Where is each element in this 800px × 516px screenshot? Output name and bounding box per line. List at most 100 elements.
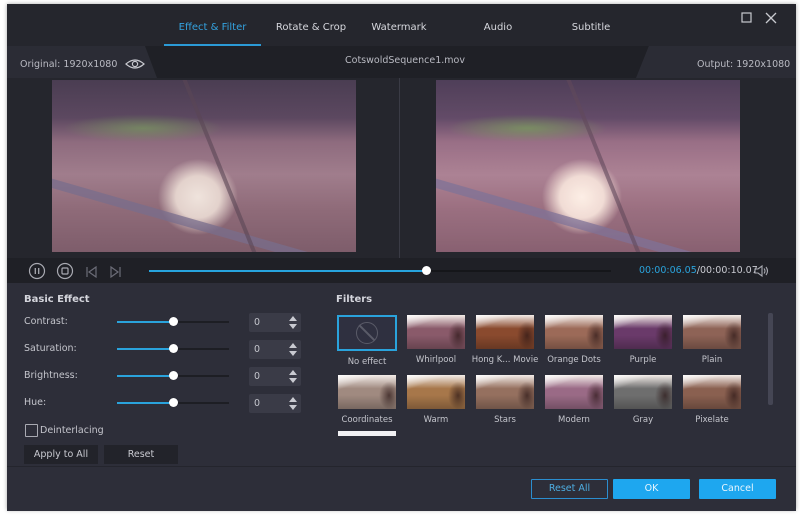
- tab-audio[interactable]: Audio: [463, 4, 533, 46]
- pause-icon: [28, 262, 46, 280]
- filter-name: No effect: [347, 357, 387, 367]
- increment-arrow-icon[interactable]: [289, 343, 297, 348]
- reset-all-button[interactable]: Reset All: [531, 479, 608, 499]
- brightness-value[interactable]: 0: [254, 371, 260, 382]
- maximize-button[interactable]: [740, 10, 754, 24]
- decrement-arrow-icon[interactable]: [289, 405, 297, 410]
- increment-arrow-icon[interactable]: [289, 316, 297, 321]
- contrast-value[interactable]: 0: [254, 317, 260, 328]
- tab-watermark[interactable]: Watermark: [362, 4, 436, 46]
- filter-thumbnail: [476, 315, 534, 349]
- filter-item[interactable]: No effect: [337, 315, 397, 367]
- next-frame-button[interactable]: [108, 264, 122, 283]
- tab-subtitle[interactable]: Subtitle: [555, 4, 627, 46]
- current-time: 00:00:06.05: [639, 265, 697, 276]
- deinterlacing-checkbox[interactable]: [25, 424, 38, 437]
- seek-progress: [149, 270, 427, 272]
- filter-name: Whirlpool: [415, 355, 457, 365]
- filter-name: Gray: [632, 415, 654, 425]
- filter-item[interactable]: Hong K... Movie: [472, 315, 538, 365]
- filter-item[interactable]: Stars: [476, 375, 534, 425]
- decrement-arrow-icon[interactable]: [289, 378, 297, 383]
- total-time: 00:00:10.07: [699, 265, 758, 276]
- increment-arrow-icon[interactable]: [289, 370, 297, 375]
- brightness-slider[interactable]: [117, 371, 229, 380]
- slider-fill: [117, 348, 173, 350]
- slider-handle[interactable]: [169, 398, 178, 407]
- filter-item[interactable]: Orange Dots: [545, 315, 603, 365]
- slider-handle[interactable]: [169, 317, 178, 326]
- filter-item[interactable]: Gray: [614, 375, 672, 425]
- decrement-arrow-icon[interactable]: [289, 351, 297, 356]
- filters-title: Filters: [336, 294, 373, 305]
- stop-button[interactable]: [56, 262, 74, 284]
- ok-button[interactable]: OK: [613, 479, 690, 499]
- contrast-spinbox[interactable]: 0: [249, 313, 301, 332]
- playback-bar: 00:00:06.05/00:00:10.07: [7, 258, 796, 283]
- dialog-footer: Reset All OK Cancel: [7, 466, 796, 511]
- brightness-spinbox[interactable]: 0: [249, 367, 301, 386]
- filter-thumbnail: [407, 375, 465, 409]
- file-name: CotswoldSequence1.mov: [345, 55, 465, 66]
- original-video-preview: [52, 80, 356, 252]
- filter-thumbnail: [683, 375, 741, 409]
- hue-slider[interactable]: [117, 398, 229, 407]
- filters-scrollbar[interactable]: [768, 313, 773, 405]
- tab-bar: Effect & Filter Rotate & Crop Watermark …: [7, 4, 796, 46]
- filter-thumbnail-partial: [338, 431, 396, 436]
- stop-icon: [56, 262, 74, 280]
- filter-item[interactable]: Plain: [683, 315, 741, 365]
- volume-button[interactable]: [754, 263, 770, 282]
- filter-item[interactable]: Purple: [614, 315, 672, 365]
- time-display: 00:00:06.05/00:00:10.07: [639, 265, 758, 276]
- output-resolution: Output: 1920x1080: [697, 59, 791, 70]
- close-icon: [765, 12, 777, 24]
- tab-rotate-crop[interactable]: Rotate & Crop: [269, 4, 353, 46]
- hue-spinbox[interactable]: 0: [249, 394, 301, 413]
- reset-button[interactable]: Reset: [104, 445, 178, 464]
- saturation-spinbox[interactable]: 0: [249, 340, 301, 359]
- filter-item[interactable]: Coordinates: [338, 375, 396, 425]
- filter-thumbnail: [614, 315, 672, 349]
- slider-fill: [117, 321, 173, 323]
- seek-bar[interactable]: [149, 266, 611, 275]
- filter-item[interactable]: Warm: [407, 375, 465, 425]
- decrement-arrow-icon[interactable]: [289, 324, 297, 329]
- output-video-preview: [436, 80, 740, 252]
- no-effect-icon: [356, 322, 378, 344]
- filter-name: Warm: [423, 415, 449, 425]
- filter-name: Purple: [629, 355, 657, 365]
- pause-button[interactable]: [28, 262, 46, 284]
- filter-item[interactable]: Whirlpool: [407, 315, 465, 365]
- saturation-value[interactable]: 0: [254, 344, 260, 355]
- previous-frame-icon: [86, 265, 97, 279]
- seek-handle[interactable]: [422, 266, 432, 275]
- next-frame-icon: [110, 265, 121, 279]
- filter-name: Pixelate: [695, 415, 729, 425]
- maximize-icon: [741, 12, 752, 23]
- saturation-slider[interactable]: [117, 344, 229, 353]
- tab-effect-filter[interactable]: Effect & Filter: [164, 4, 261, 46]
- cancel-button[interactable]: Cancel: [699, 479, 776, 499]
- increment-arrow-icon[interactable]: [289, 397, 297, 402]
- contrast-slider[interactable]: [117, 317, 229, 326]
- filter-thumbnail: [614, 375, 672, 409]
- filter-item[interactable]: Modern: [545, 375, 603, 425]
- filter-item[interactable]: Pixelate: [683, 375, 741, 425]
- saturation-label: Saturation:: [24, 343, 77, 354]
- filter-thumbnail: [545, 375, 603, 409]
- slider-handle[interactable]: [169, 344, 178, 353]
- close-button[interactable]: [764, 10, 778, 24]
- filter-name: Coordinates: [341, 415, 393, 425]
- hue-value[interactable]: 0: [254, 398, 260, 409]
- preview-divider: [399, 78, 400, 258]
- apply-to-all-button[interactable]: Apply to All: [24, 445, 98, 464]
- preview-toggle-button[interactable]: [125, 56, 145, 75]
- filter-name: Hong K... Movie: [471, 355, 539, 365]
- slider-fill: [117, 402, 173, 404]
- brightness-label: Brightness:: [24, 370, 78, 381]
- info-bar: Original: 1920x1080 CotswoldSequence1.mo…: [7, 46, 796, 78]
- volume-icon: [754, 264, 769, 278]
- slider-handle[interactable]: [169, 371, 178, 380]
- previous-frame-button[interactable]: [85, 264, 99, 283]
